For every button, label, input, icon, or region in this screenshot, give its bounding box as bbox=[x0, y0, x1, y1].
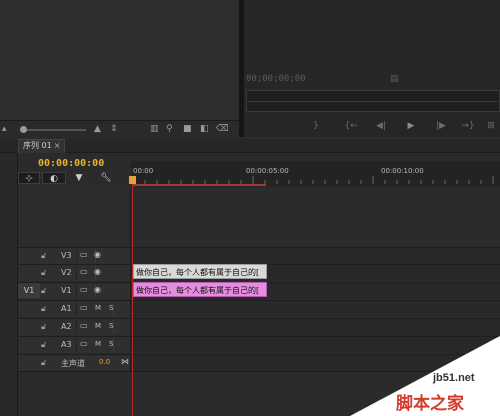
snap-icon[interactable]: ⊹ bbox=[18, 172, 40, 184]
track-row-v3: 🔓︎ V3 ▭ ◉ bbox=[18, 247, 500, 264]
film-icon[interactable]: ▭ bbox=[80, 267, 88, 276]
source-patch-v1[interactable]: V1 bbox=[18, 283, 40, 298]
ruler-ticks bbox=[132, 176, 494, 184]
timeline-tab-strip bbox=[0, 139, 500, 153]
track-name: A2 bbox=[61, 322, 72, 331]
track-header: 🔓︎ A2 ▭ M S bbox=[18, 319, 131, 335]
lock-icon[interactable]: 🔓︎ bbox=[41, 286, 46, 296]
lock-icon[interactable]: 🔓︎ bbox=[41, 322, 46, 332]
track-header: 🔓︎ 主声道 bbox=[18, 355, 131, 371]
project-panel bbox=[0, 0, 239, 120]
delete-icon[interactable]: ⌫ bbox=[216, 125, 229, 134]
track-name: A3 bbox=[61, 340, 72, 349]
ruler-label-start: 00:00 bbox=[133, 167, 154, 175]
track-header: 🔓︎ A1 ▭ M S bbox=[18, 301, 131, 317]
watermark-brand: 脚本之家 bbox=[396, 394, 464, 414]
go-to-in-button[interactable]: {← bbox=[338, 120, 364, 133]
playhead-handle[interactable] bbox=[129, 176, 136, 184]
step-forward-button[interactable]: |▶ bbox=[428, 120, 454, 133]
icon-view-icon[interactable]: ▴ bbox=[2, 125, 7, 134]
keyframe-nav-icon[interactable]: ⋈ bbox=[121, 357, 129, 366]
track-target-gutter bbox=[0, 153, 18, 416]
track-row-a2: 🔓︎ A2 ▭ M S bbox=[18, 318, 500, 335]
film-icon[interactable]: ▭ bbox=[80, 339, 88, 348]
timeline-timecode[interactable]: 00:00:00:00 bbox=[38, 158, 104, 169]
link-icon[interactable]: ◐ bbox=[42, 172, 66, 184]
wrench-icon[interactable]: 🔧︎ bbox=[98, 172, 114, 184]
program-monitor bbox=[244, 0, 500, 137]
track-name: A1 bbox=[61, 304, 72, 313]
search-icon[interactable]: ⚲ bbox=[166, 125, 173, 134]
track-name: V1 bbox=[61, 286, 72, 295]
playhead-line[interactable] bbox=[132, 184, 133, 416]
solo-button[interactable]: S bbox=[109, 322, 113, 330]
mute-button[interactable]: M bbox=[95, 322, 101, 330]
film-icon[interactable]: ▭ bbox=[80, 250, 88, 259]
track-name: 主声道 bbox=[61, 359, 85, 368]
project-toolbar: ▴ ▲ ⇕ ▥ ⚲ ■ ◧ ⌫ bbox=[0, 120, 239, 137]
ruler-label-10s: 00:00:10:00 bbox=[381, 167, 424, 175]
track-header: 🔓︎ A3 ▭ M S bbox=[18, 337, 131, 353]
solo-button[interactable]: S bbox=[109, 304, 113, 312]
clip-v1[interactable]: 做你自己，每个人都有属于自己的[ bbox=[133, 282, 267, 297]
close-icon[interactable]: × bbox=[54, 141, 61, 150]
monitor-scrub-line bbox=[248, 101, 498, 102]
track-body[interactable] bbox=[131, 248, 500, 264]
eye-icon[interactable]: ◉ bbox=[94, 250, 101, 259]
work-area-bar[interactable] bbox=[133, 184, 266, 186]
lock-icon[interactable]: 🔓︎ bbox=[41, 358, 46, 368]
new-item-icon[interactable]: ◧ bbox=[200, 125, 209, 134]
sort-icon[interactable]: ▲ bbox=[94, 125, 101, 134]
film-icon[interactable]: ▭ bbox=[80, 321, 88, 330]
lock-icon[interactable]: 🔓︎ bbox=[41, 251, 46, 261]
monitor-timecode: 00;00;00;00 bbox=[246, 74, 306, 84]
new-bin-icon[interactable]: ■ bbox=[183, 125, 192, 134]
monitor-settings-icon[interactable]: ▤ bbox=[390, 74, 399, 84]
export-frame-button[interactable]: ⊞ bbox=[478, 120, 500, 133]
zoom-slider-knob[interactable] bbox=[20, 126, 27, 133]
clip-v2[interactable]: 做你自己，每个人都有属于自己的[ bbox=[133, 264, 267, 279]
lock-icon[interactable]: 🔓︎ bbox=[41, 304, 46, 314]
mute-button[interactable]: M bbox=[95, 304, 101, 312]
solo-button[interactable]: S bbox=[109, 340, 113, 348]
play-button[interactable]: ▶ bbox=[398, 120, 424, 133]
ruler-label-5s: 00:00:05:00 bbox=[246, 167, 289, 175]
zoom-slider[interactable] bbox=[26, 129, 86, 131]
sequence-tab-label: 序列 01 bbox=[23, 141, 52, 150]
track-name: V3 bbox=[61, 251, 72, 260]
track-body[interactable] bbox=[131, 319, 500, 335]
track-name: V2 bbox=[61, 268, 72, 277]
track-row-a1: 🔓︎ A1 ▭ M S bbox=[18, 300, 500, 317]
mute-button[interactable]: M bbox=[95, 340, 101, 348]
step-back-button[interactable]: ◀| bbox=[368, 120, 394, 133]
watermark-site: jb51.net bbox=[433, 372, 475, 384]
automate-sequence-icon[interactable]: ▥ bbox=[150, 125, 159, 134]
lock-icon[interactable]: 🔓︎ bbox=[41, 340, 46, 350]
track-body[interactable] bbox=[131, 301, 500, 317]
eye-icon[interactable]: ◉ bbox=[94, 267, 101, 276]
eye-icon[interactable]: ◉ bbox=[94, 285, 101, 294]
automate-icon[interactable]: ⇕ bbox=[110, 125, 118, 134]
master-volume-value[interactable]: 0.0 bbox=[99, 358, 110, 366]
empty-track-header bbox=[18, 189, 131, 247]
film-icon[interactable]: ▭ bbox=[80, 303, 88, 312]
track-header: 🔓︎ V2 ▭ ◉ bbox=[18, 265, 131, 281]
track-header: 🔓︎ V3 ▭ ◉ bbox=[18, 248, 131, 264]
film-icon[interactable]: ▭ bbox=[80, 285, 88, 294]
mark-out-button[interactable]: } bbox=[303, 120, 329, 133]
sequence-tab[interactable]: 序列 01 × bbox=[18, 139, 66, 153]
marker-icon[interactable]: ▼ bbox=[72, 172, 86, 184]
lock-icon[interactable]: 🔓︎ bbox=[41, 268, 46, 278]
